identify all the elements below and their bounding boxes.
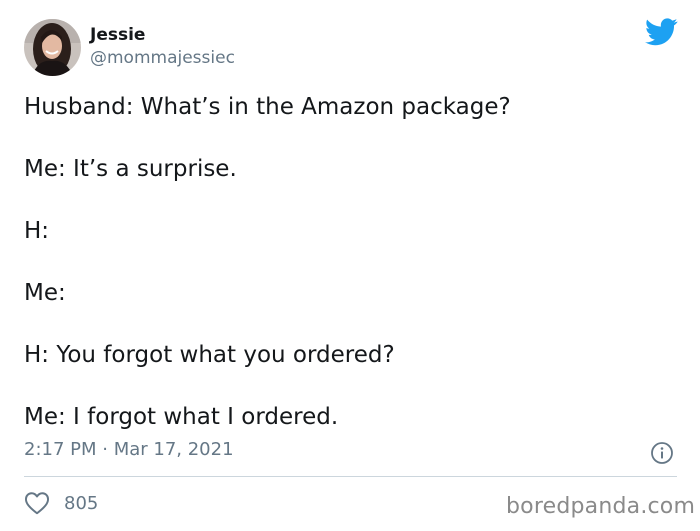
author-handle[interactable]: @mommajessiec <box>90 46 235 70</box>
tweet-line: H: You forgot what you ordered? <box>24 342 395 368</box>
avatar[interactable] <box>24 18 81 76</box>
tweet-card: Jessie @mommajessiec Husband: What’s in … <box>0 0 700 531</box>
divider <box>24 476 677 477</box>
tweet-header: Jessie @mommajessiec <box>24 18 235 76</box>
tweet-line: Me: I forgot what I ordered. <box>24 404 339 430</box>
author-display-name[interactable]: Jessie <box>90 24 235 46</box>
tweet-line: H: <box>24 218 50 244</box>
tweet-timestamp[interactable]: 2:17 PM · Mar 17, 2021 <box>24 437 234 463</box>
twitter-bird-icon[interactable] <box>645 18 678 46</box>
like-action[interactable]: 805 <box>24 490 98 516</box>
info-icon[interactable] <box>650 441 674 465</box>
tweet-line: Me: It’s a surprise. <box>24 156 237 182</box>
author-names: Jessie @mommajessiec <box>90 24 235 70</box>
watermark: boredpanda.com <box>506 494 696 519</box>
tweet-line: Me: <box>24 280 66 306</box>
like-count: 805 <box>64 492 99 514</box>
heart-icon[interactable] <box>24 491 50 515</box>
tweet-line: Husband: What’s in the Amazon package? <box>24 94 511 120</box>
tweet-body: Husband: What’s in the Amazon package? M… <box>24 87 674 437</box>
